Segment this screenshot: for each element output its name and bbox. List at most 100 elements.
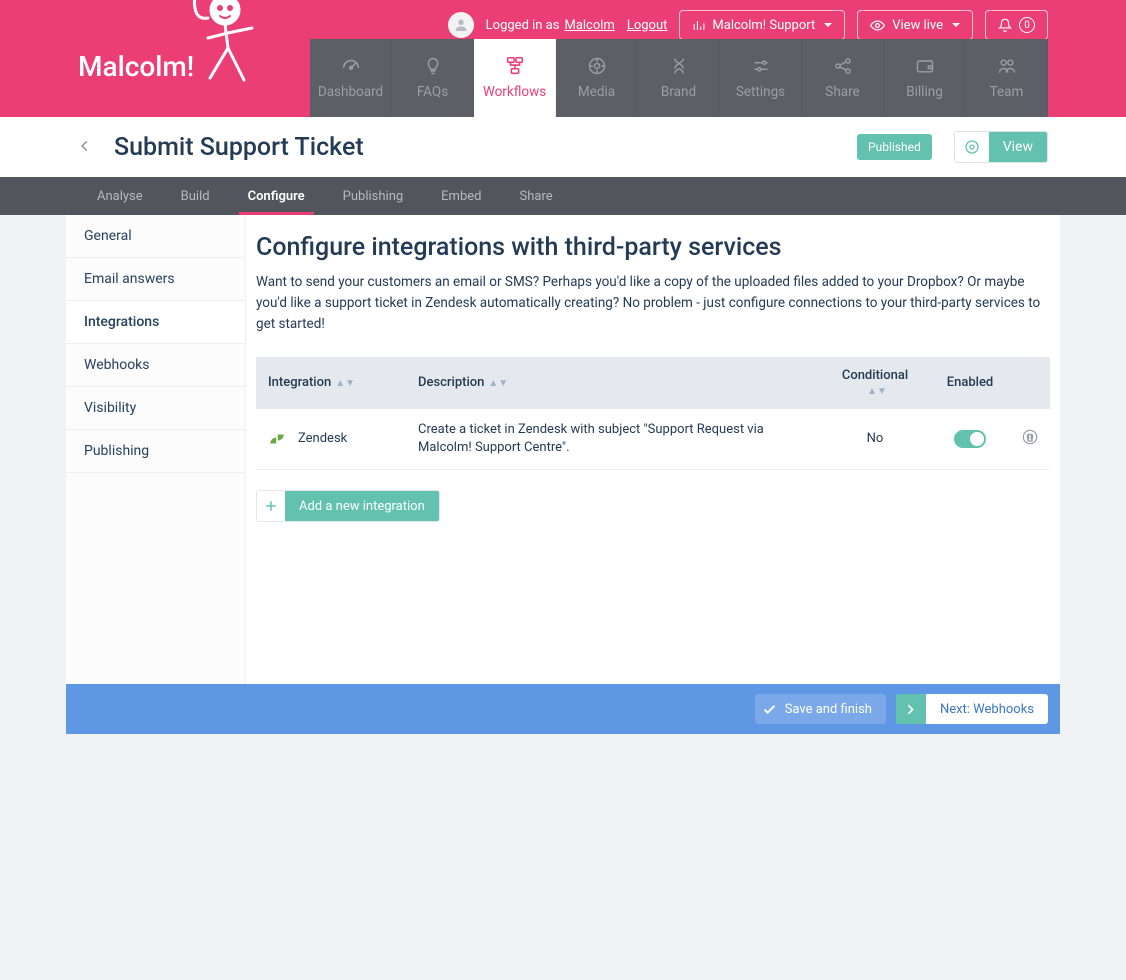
title-bar: Submit Support Ticket Published View <box>0 117 1126 177</box>
username-link[interactable]: Malcolm <box>564 18 614 33</box>
integrations-table: Integration ▲▼ Description▲▼ Conditional ▲… <box>256 357 1050 470</box>
col-label: Conditional <box>842 368 908 383</box>
col-enabled: Enabled <box>930 357 1010 409</box>
content: General Email answers Integrations Webho… <box>66 215 1060 684</box>
logout-link[interactable]: Logout <box>627 18 668 33</box>
sidebar-publishing[interactable]: Publishing <box>66 430 245 473</box>
header: Malcolm! Logged in as Malcolm Logout <box>0 0 1126 117</box>
col-integration[interactable]: Integration ▲▼ <box>256 357 406 409</box>
chevron-left-icon <box>78 139 92 153</box>
nav-share[interactable]: Share <box>802 39 884 117</box>
integration-description: Create a ticket in Zendesk with subject … <box>406 409 820 470</box>
nav-label: Share <box>825 84 859 100</box>
nav-label: FAQs <box>417 84 448 100</box>
next-button-label: Next: Webhooks <box>926 702 1048 717</box>
main-nav: Dashboard FAQs Workflows Media Brand Set… <box>310 39 1048 117</box>
add-integration-label: Add a new integration <box>285 491 439 521</box>
media-icon <box>587 56 607 76</box>
nav-workflows[interactable]: Workflows <box>474 39 556 117</box>
share-icon <box>833 56 853 76</box>
sidebar-email[interactable]: Email answers <box>66 258 245 301</box>
section-description: Want to send your customers an email or … <box>256 272 1050 335</box>
nav-label: Settings <box>736 84 785 100</box>
sidebar-general[interactable]: General <box>66 215 245 258</box>
sort-icon: ▲▼ <box>867 389 887 394</box>
sidebar-integrations[interactable]: Integrations <box>66 301 245 344</box>
delete-button[interactable] <box>1022 434 1038 449</box>
enabled-toggle[interactable] <box>954 430 986 448</box>
page-title: Submit Support Ticket <box>114 133 835 162</box>
chevron-down-icon <box>824 23 832 27</box>
nav-label: Dashboard <box>318 84 383 100</box>
add-integration-button[interactable]: Add a new integration <box>256 490 440 522</box>
nav-media[interactable]: Media <box>556 39 638 117</box>
bulb-icon <box>423 56 443 76</box>
workflow-icon <box>504 56 526 76</box>
back-button[interactable] <box>78 138 92 157</box>
subnav-analyse[interactable]: Analyse <box>78 177 162 215</box>
subnav-publishing[interactable]: Publishing <box>324 177 423 215</box>
integration-name[interactable]: Zendesk <box>298 431 347 446</box>
check-icon <box>755 702 785 717</box>
table-row: Zendesk Create a ticket in Zendesk with … <box>256 409 1050 470</box>
nav-settings[interactable]: Settings <box>720 39 802 117</box>
avatar[interactable] <box>448 12 474 38</box>
dna-icon <box>669 56 689 76</box>
wallet-icon <box>915 56 935 76</box>
zendesk-icon <box>268 430 286 448</box>
nav-label: Brand <box>661 84 696 100</box>
view-live-label: View live <box>892 18 943 33</box>
brand-logo: Malcolm! <box>78 50 194 83</box>
support-dropdown-label: Malcolm! Support <box>712 18 815 33</box>
sort-icon: ▲▼ <box>488 381 508 386</box>
section-title: Configure integrations with third-party … <box>256 233 1050 262</box>
subnav-embed[interactable]: Embed <box>422 177 500 215</box>
notification-count: 0 <box>1019 17 1035 33</box>
gauge-icon <box>340 56 362 76</box>
nav-label: Workflows <box>483 84 546 100</box>
sub-nav: Analyse Build Configure Publishing Embed… <box>0 177 1126 215</box>
subnav-configure[interactable]: Configure <box>229 177 324 215</box>
main-panel: Configure integrations with third-party … <box>246 215 1060 684</box>
nav-faqs[interactable]: FAQs <box>392 39 474 117</box>
col-description[interactable]: Description▲▼ <box>406 357 820 409</box>
col-label: Enabled <box>947 375 994 390</box>
nav-team[interactable]: Team <box>966 39 1048 117</box>
sidebar-webhooks[interactable]: Webhooks <box>66 344 245 387</box>
footer-bar: Save and finish Next: Webhooks <box>66 684 1060 734</box>
sort-icon: ▲▼ <box>335 381 355 386</box>
view-live-dropdown[interactable]: View live <box>857 10 973 40</box>
col-conditional[interactable]: Conditional ▲▼ <box>820 357 930 409</box>
nav-label: Media <box>578 84 615 100</box>
subnav-build[interactable]: Build <box>162 177 229 215</box>
integration-conditional: No <box>820 409 930 470</box>
nav-label: Billing <box>906 84 943 100</box>
nav-label: Team <box>990 84 1024 100</box>
view-button-label: View <box>989 132 1047 162</box>
nav-billing[interactable]: Billing <box>884 39 966 117</box>
sliders-icon <box>751 56 771 76</box>
save-button[interactable]: Save and finish <box>755 694 886 724</box>
eye-icon <box>955 132 989 162</box>
support-dropdown[interactable]: Malcolm! Support <box>679 10 845 40</box>
topbar: Logged in as Malcolm Logout Malcolm! Sup… <box>448 10 1048 40</box>
chevron-right-icon <box>896 694 926 724</box>
save-button-label: Save and finish <box>785 702 886 717</box>
view-button[interactable]: View <box>954 131 1048 163</box>
nav-dashboard[interactable]: Dashboard <box>310 39 392 117</box>
trash-icon <box>1022 429 1038 445</box>
team-icon <box>997 56 1017 76</box>
nav-brand[interactable]: Brand <box>638 39 720 117</box>
col-label: Integration <box>268 375 331 390</box>
bars-icon <box>692 19 705 32</box>
chevron-down-icon <box>952 23 960 27</box>
login-status: Logged in as Malcolm <box>486 18 615 33</box>
monkey-icon <box>180 0 280 122</box>
notifications-button[interactable]: 0 <box>985 10 1048 40</box>
eye-icon <box>870 18 885 33</box>
sidebar: General Email answers Integrations Webho… <box>66 215 246 684</box>
next-button[interactable]: Next: Webhooks <box>896 694 1048 724</box>
status-badge: Published <box>857 134 932 160</box>
sidebar-visibility[interactable]: Visibility <box>66 387 245 430</box>
subnav-share[interactable]: Share <box>501 177 572 215</box>
